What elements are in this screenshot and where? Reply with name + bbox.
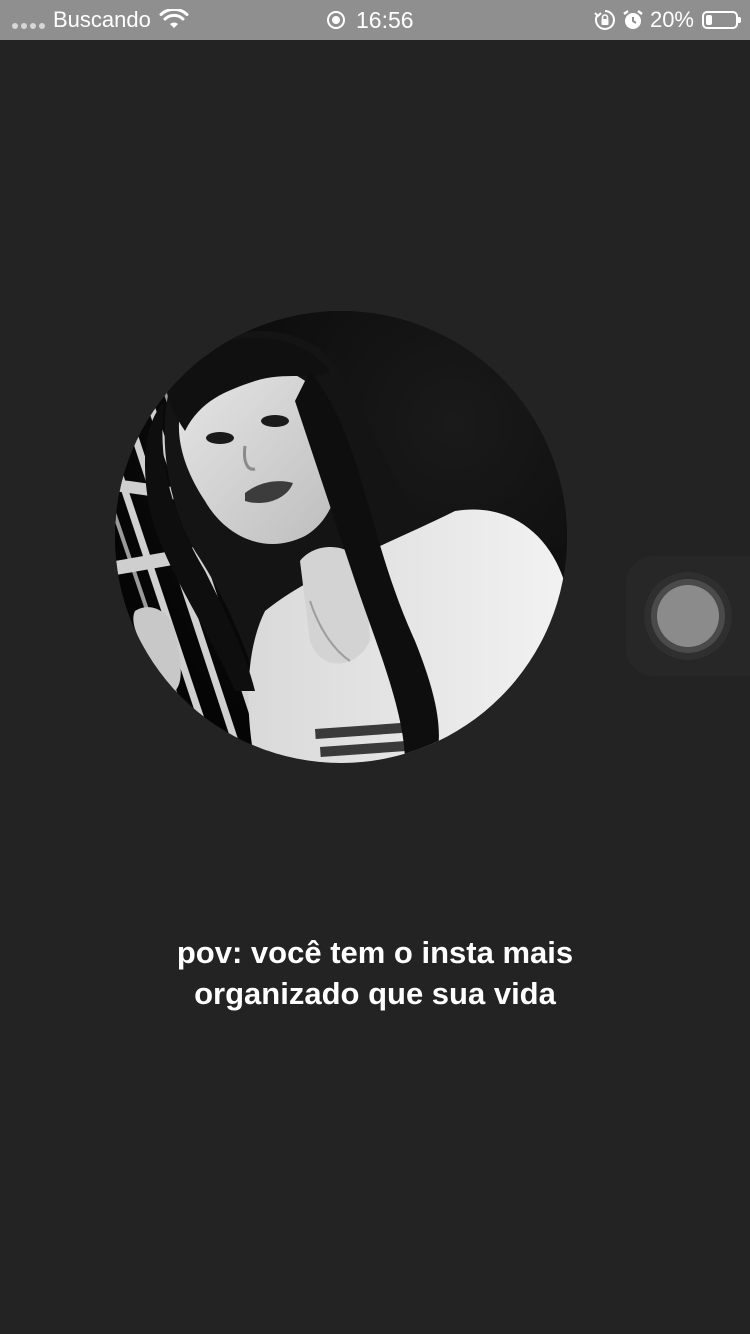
record-dot-icon [657, 585, 719, 647]
wifi-icon [159, 9, 189, 28]
clock-label: 16:56 [356, 6, 414, 33]
status-center: 16:56 [326, 0, 414, 40]
battery-icon [702, 11, 741, 29]
profile-photo [115, 311, 567, 763]
status-bar: Buscando 16:56 20% [0, 0, 750, 40]
story-caption: pov: você tem o insta mais organizado qu… [176, 935, 574, 1011]
focus-icon [327, 11, 345, 29]
assistive-touch-ring [644, 572, 732, 660]
alarm-icon [623, 10, 643, 29]
battery-level [706, 15, 712, 25]
status-left: Buscando [12, 0, 189, 40]
signal-dots-icon [12, 11, 45, 29]
assistive-touch-button[interactable] [626, 556, 750, 676]
status-right: 20% [594, 0, 741, 40]
story-screen: Buscando 16:56 20% pov: você tem o insta… [0, 0, 750, 1334]
orientation-lock-icon [594, 10, 615, 30]
battery-percent: 20% [649, 7, 694, 32]
carrier-label: Buscando [53, 7, 151, 32]
